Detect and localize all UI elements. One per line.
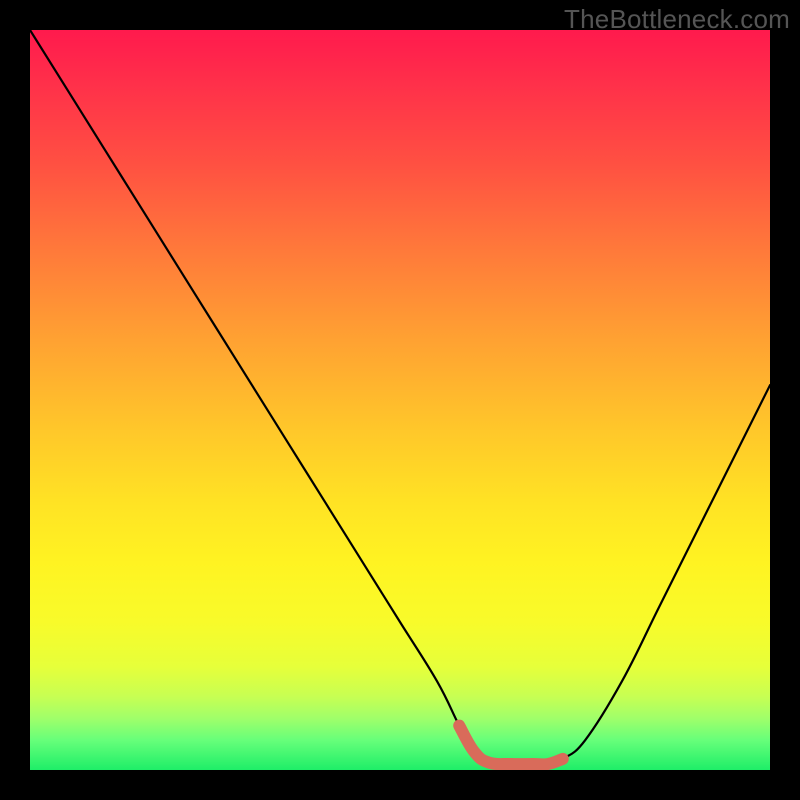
- chart-baseline-highlight: [459, 726, 563, 765]
- chart-plot-area: [30, 30, 770, 770]
- chart-svg: [30, 30, 770, 770]
- chart-curve: [30, 30, 770, 768]
- watermark-text: TheBottleneck.com: [564, 4, 790, 35]
